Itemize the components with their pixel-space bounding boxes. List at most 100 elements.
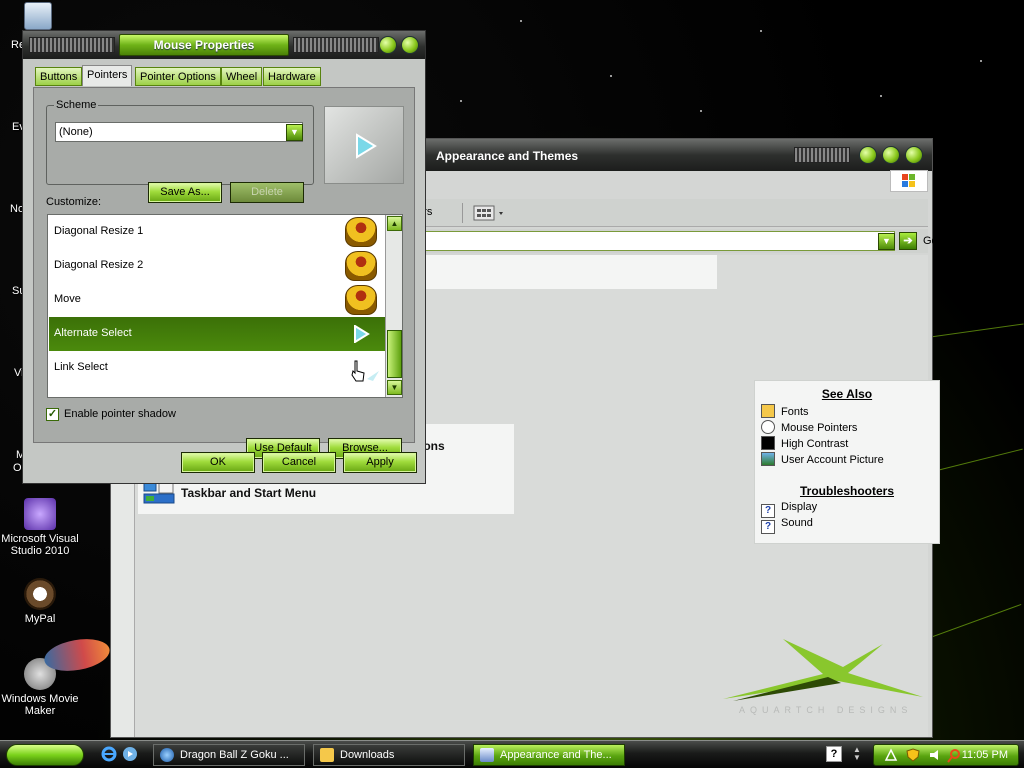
- titlebar-grille: [293, 37, 379, 53]
- tab-hardware[interactable]: Hardware: [263, 67, 321, 86]
- xbox-x-logo: AQUARTCH DESIGNS: [723, 639, 923, 721]
- scheme-label: Scheme: [54, 99, 99, 111]
- views-icon: [473, 205, 503, 221]
- enable-pointer-shadow-checkbox[interactable]: ✓: [46, 408, 59, 421]
- see-also-link-mouse-pointers[interactable]: Mouse Pointers: [761, 420, 857, 436]
- scheme-select[interactable]: (None): [55, 122, 303, 142]
- mypal-icon: [24, 578, 56, 610]
- dialog-title: Mouse Properties: [119, 34, 289, 56]
- see-also-link-user-account-picture[interactable]: User Account Picture: [761, 452, 884, 468]
- titlebar-grille: [794, 147, 850, 163]
- internet-explorer-icon[interactable]: [101, 746, 117, 762]
- taskbar-button-appearance-themes[interactable]: Appearance and The...: [473, 744, 625, 766]
- pointer-row-diagonal-resize-1[interactable]: Diagonal Resize 1: [49, 215, 385, 249]
- pointer-list: Diagonal Resize 1 Diagonal Resize 2 Move…: [47, 214, 403, 398]
- star: [610, 75, 612, 77]
- close-button[interactable]: [401, 36, 419, 54]
- pointer-row-alternate-select[interactable]: Alternate Select: [49, 317, 385, 351]
- hand-cursor-icon: [351, 360, 379, 382]
- address-input[interactable]: [425, 231, 895, 251]
- pointer-list-scrollbar[interactable]: ▲ ▼: [385, 215, 402, 397]
- tab-wheel[interactable]: Wheel: [221, 67, 263, 86]
- minimize-button[interactable]: [859, 146, 877, 164]
- system-tray: 11:05 PM: [873, 744, 1019, 766]
- go-arrow-icon[interactable]: ➔: [899, 232, 917, 250]
- pointer-row-diagonal-resize-2[interactable]: Diagonal Resize 2: [49, 249, 385, 283]
- windows-media-player-icon[interactable]: [122, 746, 138, 762]
- maximize-button[interactable]: [882, 146, 900, 164]
- apply-button[interactable]: Apply: [343, 452, 417, 473]
- alternate-select-arrow-icon: [356, 133, 377, 159]
- pointers-tab-panel: Scheme (None) ▼ Save As... Delete Custom…: [33, 87, 415, 459]
- pointer-row-label: Diagonal Resize 1: [54, 225, 144, 237]
- dialog-titlebar[interactable]: Mouse Properties: [23, 31, 425, 59]
- windows-logo-icon: [890, 170, 928, 192]
- taskbar-button-label: Downloads: [340, 749, 395, 761]
- security-shield-icon: [906, 748, 920, 762]
- goku-cursor-icon: [345, 251, 377, 281]
- pointer-preview: [324, 106, 404, 184]
- see-also-link-high-contrast[interactable]: High Contrast: [761, 436, 848, 452]
- taskbar-button-dragon-ball[interactable]: Dragon Ball Z Goku ...: [153, 744, 305, 766]
- desktop-icon-visual-studio[interactable]: Microsoft Visual Studio 2010: [0, 498, 80, 557]
- user-picture-icon: [761, 452, 775, 466]
- scroll-down-arrow-icon[interactable]: ▼: [387, 380, 402, 395]
- ok-button[interactable]: OK: [181, 452, 255, 473]
- go-button[interactable]: Go: [923, 235, 938, 247]
- see-also-panel: See Also Fonts Mouse Pointers High Contr…: [754, 380, 940, 544]
- visual-studio-icon: [24, 498, 56, 530]
- troubleshooter-link-sound[interactable]: ? Sound: [761, 517, 813, 534]
- start-button[interactable]: [6, 744, 84, 766]
- tray-expand-icon[interactable]: ▲ ▼: [849, 746, 865, 762]
- logo-caption: AQUARTCH DESIGNS: [739, 705, 913, 715]
- recycle-bin-icon[interactable]: [24, 2, 52, 30]
- network-icon: [884, 748, 898, 761]
- task-link-taskbar-start-menu[interactable]: Taskbar and Start Menu: [181, 486, 316, 500]
- pointer-row-move[interactable]: Move: [49, 283, 385, 317]
- folder-icon: [320, 748, 334, 762]
- window-title: Appearance and Themes: [436, 149, 579, 163]
- pointer-row-label: Move: [54, 293, 81, 305]
- views-button[interactable]: [472, 203, 506, 223]
- volume-icon: [930, 750, 938, 760]
- close-button[interactable]: [905, 146, 923, 164]
- troubleshooter-link-display[interactable]: ? Display: [761, 501, 817, 518]
- pointer-row-label: Diagonal Resize 2: [54, 259, 144, 271]
- titlebar-grille: [29, 37, 115, 53]
- tab-pointers[interactable]: Pointers: [82, 65, 133, 86]
- taskbar: Dragon Ball Z Goku ... Downloads Appeara…: [0, 740, 1024, 768]
- desktop-icon-label-fragment[interactable]: O: [13, 462, 22, 474]
- desktop-icon-label: Maker: [24, 705, 56, 717]
- help-question-icon: ?: [761, 504, 775, 518]
- pointer-row-link-select[interactable]: Link Select: [49, 351, 385, 385]
- browser-icon: [160, 748, 174, 762]
- delete-button[interactable]: Delete: [230, 182, 304, 203]
- see-also-heading: See Also: [821, 387, 873, 401]
- tab-buttons[interactable]: Buttons: [35, 67, 83, 86]
- star: [880, 95, 882, 97]
- scheme-dropdown-button[interactable]: ▼: [286, 124, 303, 141]
- star: [760, 30, 762, 32]
- clock[interactable]: 11:05 PM: [962, 749, 1008, 761]
- grid-line: [931, 448, 1023, 473]
- save-as-button[interactable]: Save As...: [148, 182, 222, 203]
- see-also-link-fonts[interactable]: Fonts: [761, 404, 809, 420]
- tab-pointer-options[interactable]: Pointer Options: [135, 67, 221, 86]
- desktop-icon-label: Studio 2010: [10, 545, 70, 557]
- grid-line: [930, 323, 1024, 338]
- search-icon: [947, 749, 960, 763]
- help-icon[interactable]: ?: [826, 746, 842, 762]
- help-button[interactable]: [379, 36, 397, 54]
- taskbar-button-downloads[interactable]: Downloads: [313, 744, 465, 766]
- fonts-folder-icon: [761, 404, 775, 418]
- goku-cursor-icon: [345, 217, 377, 247]
- cancel-button[interactable]: Cancel: [262, 452, 336, 473]
- desktop-icon-mypal[interactable]: MyPal: [0, 578, 80, 625]
- control-panel-icon: [480, 748, 494, 762]
- desktop-icon-label: MyPal: [24, 613, 56, 625]
- scroll-thumb[interactable]: [387, 330, 402, 378]
- scroll-up-arrow-icon[interactable]: ▲: [387, 216, 402, 231]
- address-dropdown-button[interactable]: ▼: [878, 233, 895, 250]
- star: [700, 110, 702, 112]
- enable-pointer-shadow-label[interactable]: Enable pointer shadow: [64, 408, 176, 420]
